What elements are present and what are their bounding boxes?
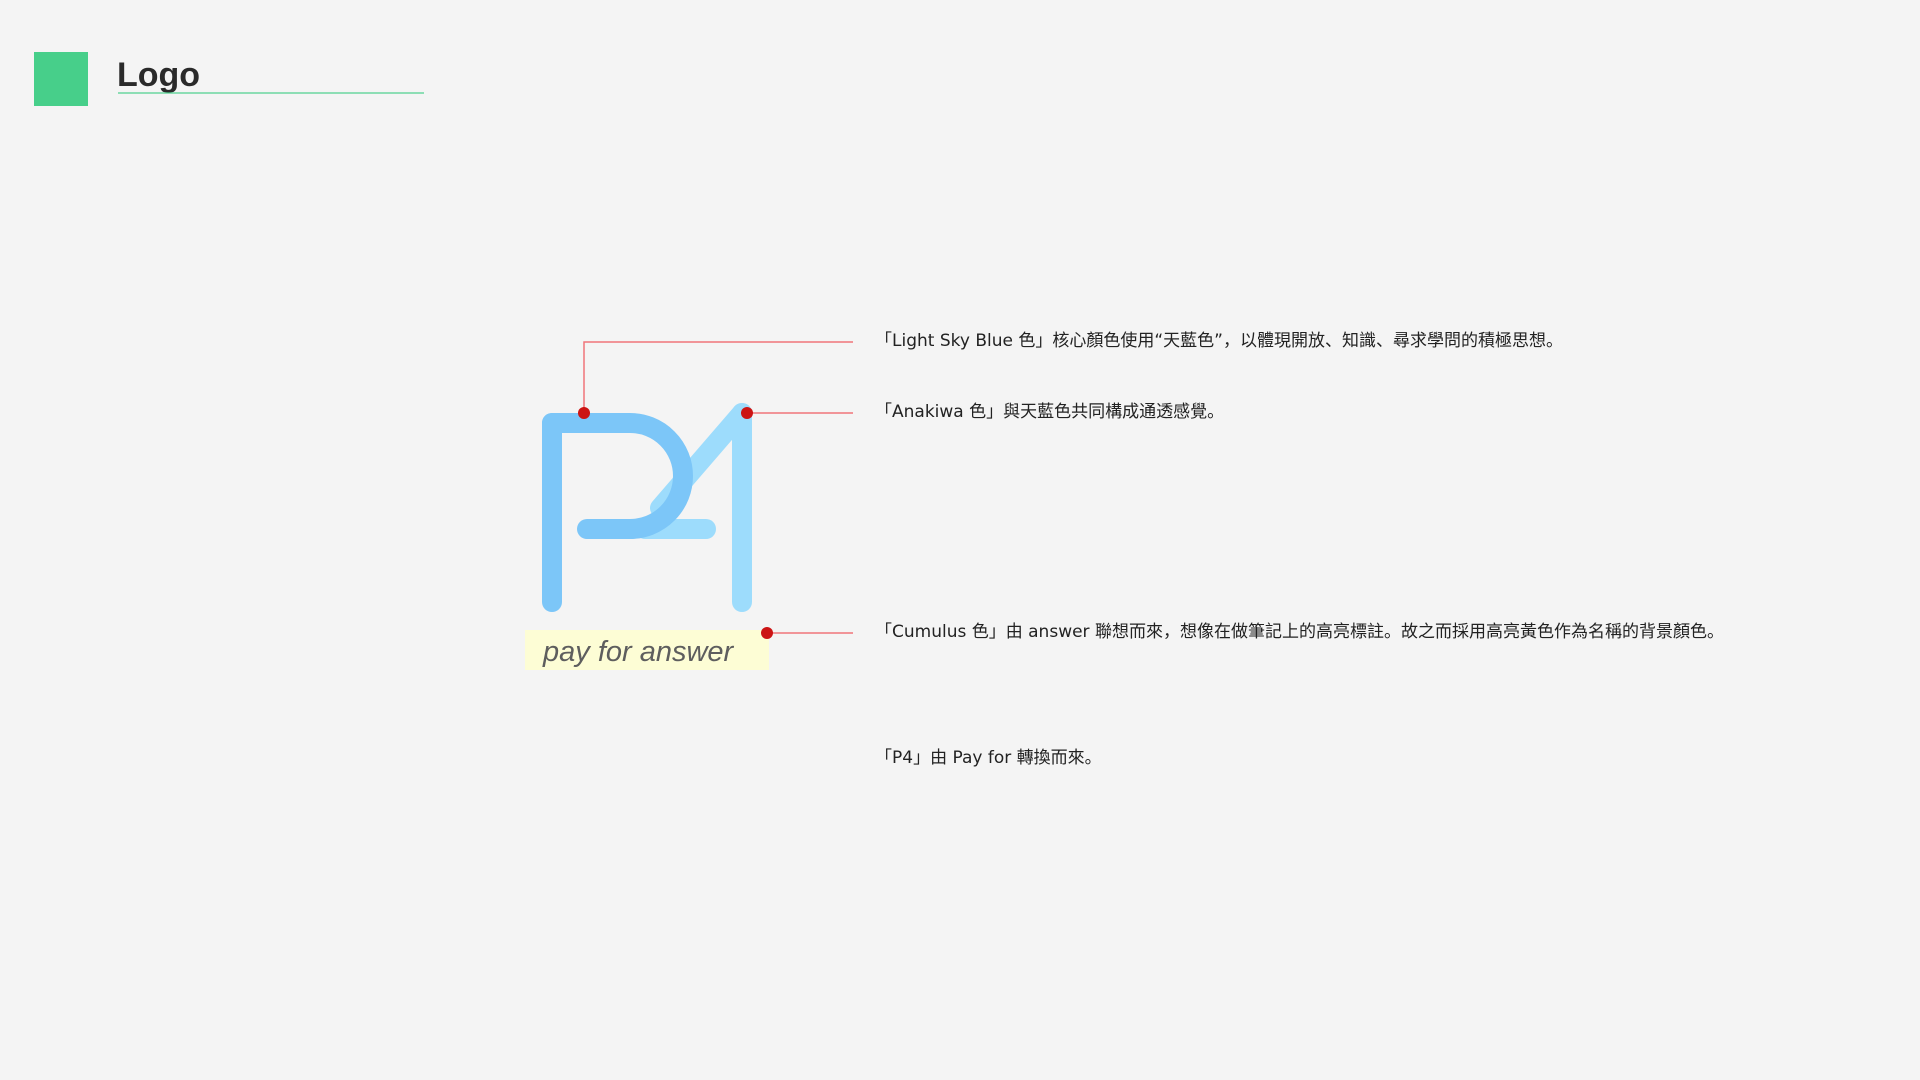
logo-p-bowl bbox=[542, 413, 693, 539]
leader-dot-cumulus bbox=[761, 627, 773, 639]
annotation-light-sky-blue: 「Light Sky Blue 色」核心顏色使用“天藍色”，以體現開放、知識、尋… bbox=[875, 331, 1563, 351]
leader-line-light-sky-blue bbox=[583, 341, 853, 413]
annotation-anakiwa: 「Anakiwa 色」與天藍色共同構成通透感覺。 bbox=[875, 402, 1225, 422]
logo-tagline: pay for answer bbox=[542, 636, 735, 668]
annotation-cumulus: 「Cumulus 色」由 answer 聯想而來，想像在做筆記上的高亮標註。故之… bbox=[875, 622, 1724, 642]
annotation-p4-origin: 「P4」由 Pay for 轉換而來。 bbox=[875, 748, 1102, 768]
p4-logo-mark bbox=[542, 403, 752, 612]
leader-dot-light-sky-blue bbox=[578, 407, 590, 419]
leader-dot-anakiwa bbox=[741, 407, 753, 419]
logo-diagram: pay for answer bbox=[525, 341, 853, 670]
